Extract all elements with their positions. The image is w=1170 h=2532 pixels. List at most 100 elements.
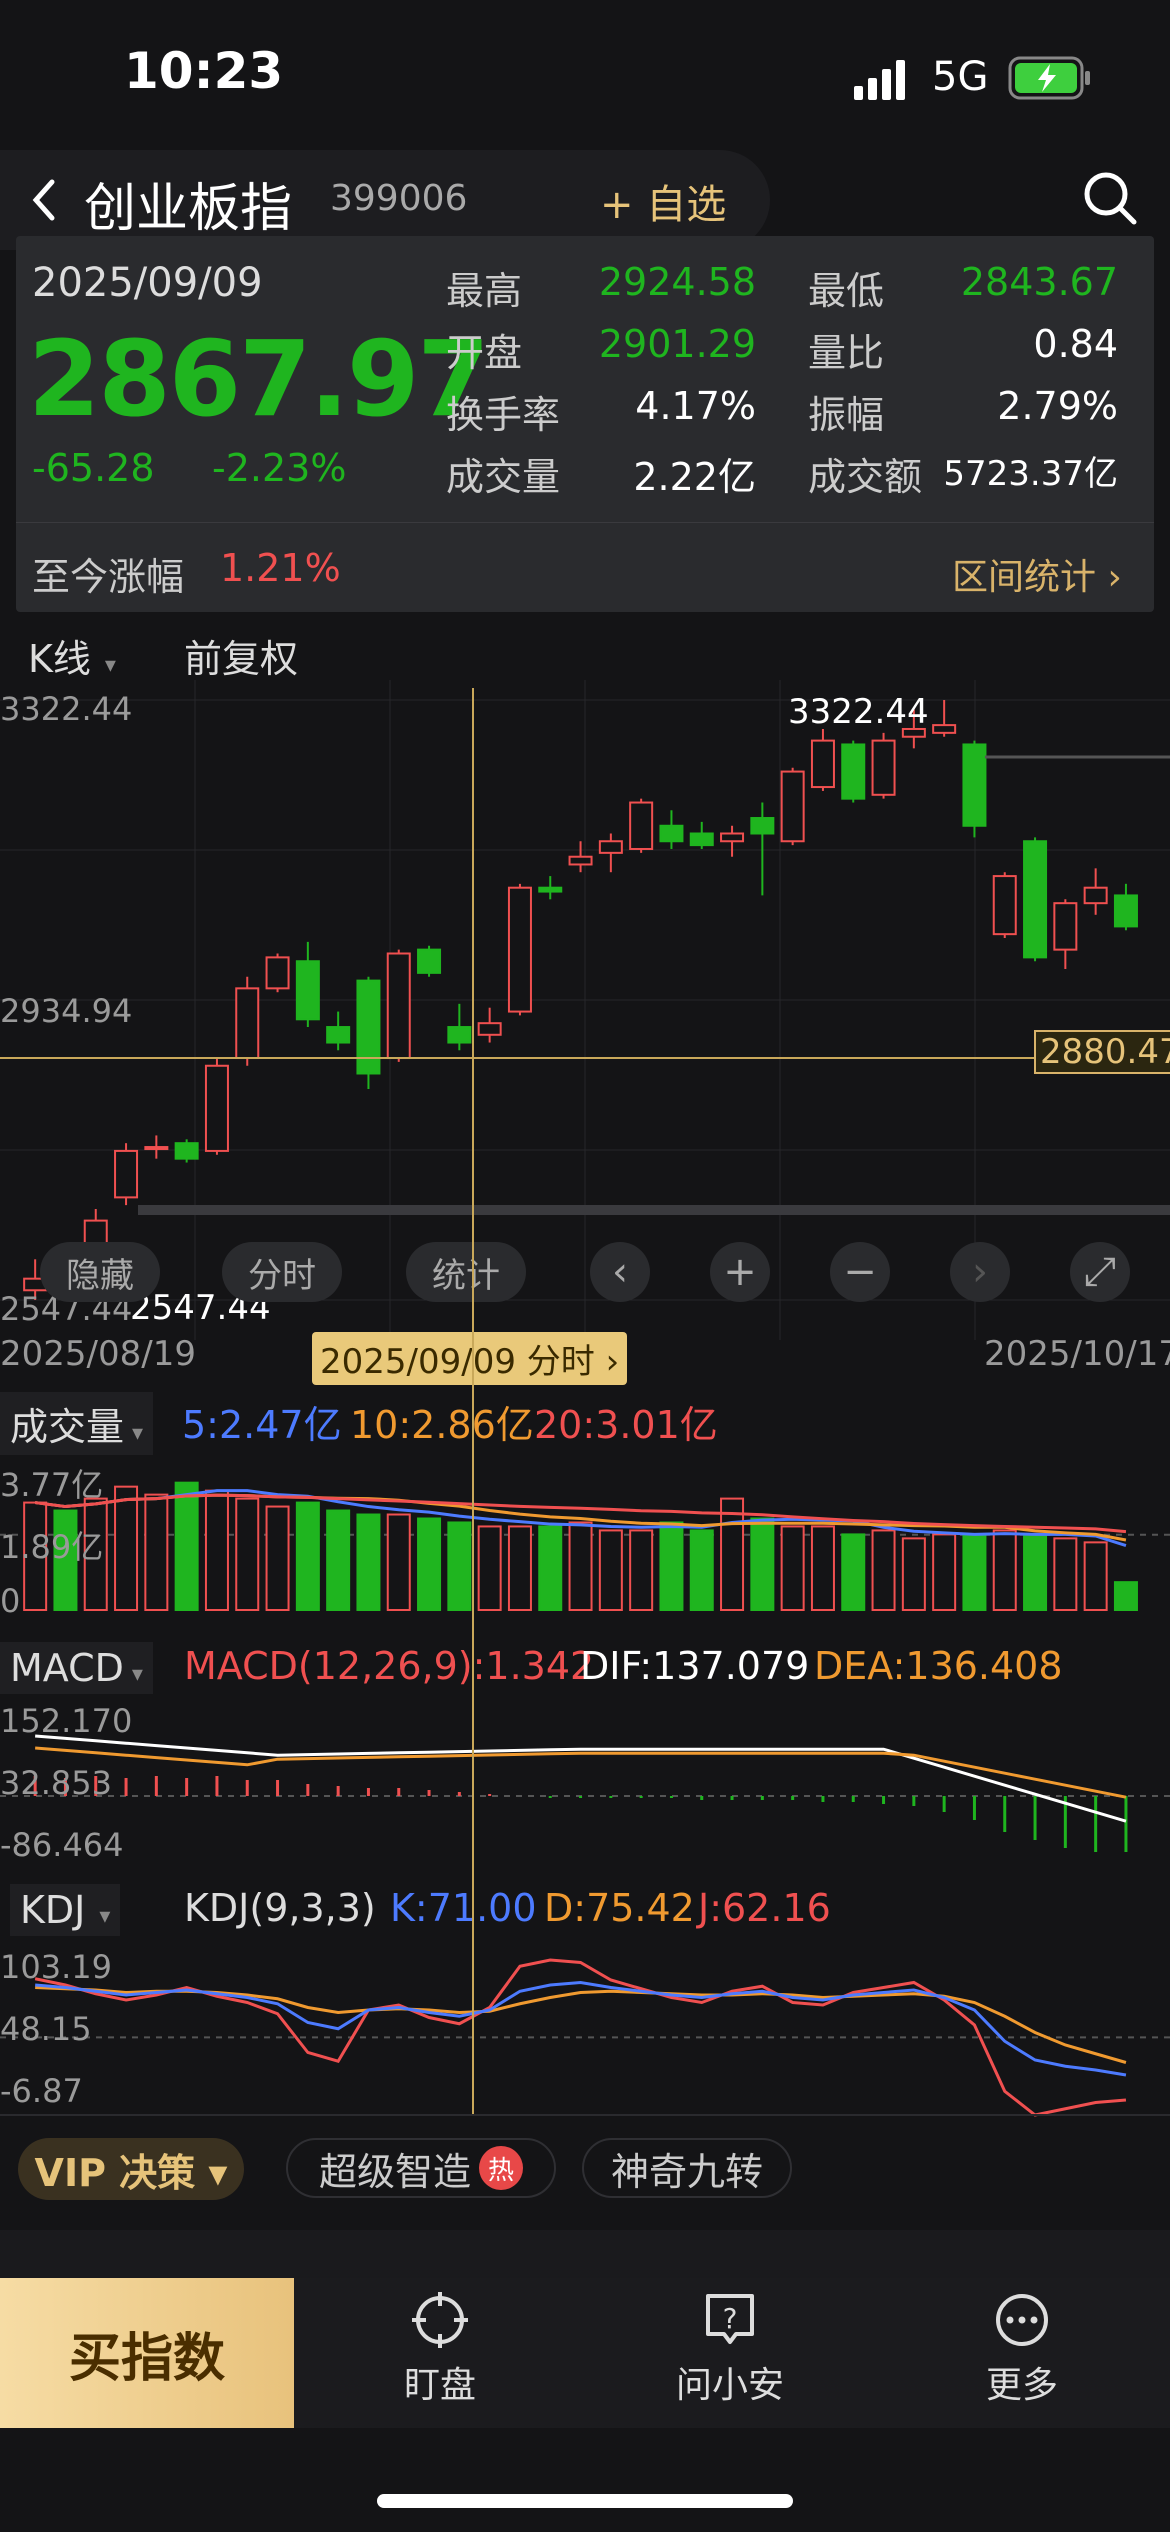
volume-bar (901, 1537, 926, 1611)
kdj-tab[interactable]: KDJ ▾ (10, 1884, 121, 1936)
nav-watch-label: 盯盘 (403, 2365, 476, 2406)
macd-tab[interactable]: MACD ▾ (0, 1642, 153, 1694)
candle-body (871, 739, 896, 796)
zoom-out-icon[interactable]: − (830, 1242, 890, 1302)
intraday-button[interactable]: 分时 (222, 1242, 342, 1302)
content-peek (0, 2230, 1170, 2278)
volume-bar (659, 1521, 684, 1611)
kdj-chart (0, 1958, 1170, 2117)
x-axis-end: 2025/10/17 (984, 1334, 1170, 1374)
super-smart-button[interactable]: 超级智造热 (286, 2138, 556, 2198)
candle-body (992, 875, 1017, 936)
candlestick-chart[interactable] (0, 680, 1170, 1340)
battery-icon (1008, 56, 1090, 100)
volume-bar (295, 1501, 320, 1611)
home-indicator (377, 2494, 793, 2508)
kdj-params: KDJ(9,3,3) (184, 1886, 376, 1930)
kdj-j: J:62.16 (698, 1886, 831, 1930)
quote-field-value: 4.17% (635, 384, 756, 428)
candle-body (265, 956, 290, 990)
crosshair-price-tag: 2880.47 (1034, 1030, 1170, 1074)
macd-dif-line (35, 1734, 1127, 1823)
volume-bar (992, 1529, 1017, 1611)
candle-body (114, 1149, 139, 1199)
kdj-y-mid: 48.15 (0, 2010, 92, 2048)
nav-watch[interactable]: 盯盘 (340, 2290, 540, 2420)
stats-button[interactable]: 统计 (406, 1242, 526, 1302)
price-change-pct: -2.23% (212, 446, 347, 490)
kdj-d: D:75.42 (544, 1886, 695, 1930)
search-icon[interactable] (1080, 168, 1140, 228)
buy-index-button[interactable]: 买指数 (0, 2278, 294, 2428)
volume-bar (841, 1533, 866, 1611)
candle-body (1053, 902, 1078, 951)
status-time: 10:23 (124, 42, 284, 100)
candle-body (1083, 886, 1108, 905)
volume-bar (326, 1509, 351, 1611)
add-watchlist-button[interactable]: + 自选 (600, 172, 726, 230)
volume-bar (810, 1525, 835, 1611)
candle-body (235, 987, 260, 1060)
candle-body (386, 952, 411, 1060)
volume-bar (174, 1481, 199, 1611)
quote-field-label: 最高 (446, 269, 523, 313)
candle-body (417, 948, 442, 974)
candle-body (689, 832, 714, 847)
macd-y-top: 152.170 (0, 1702, 133, 1740)
magic-nine-button[interactable]: 神奇九转 (582, 2138, 792, 2198)
volume-bar (568, 1521, 593, 1611)
fullscreen-icon[interactable]: ⤢ (1070, 1242, 1130, 1302)
adjust-selector[interactable]: 前复权 (184, 628, 298, 683)
last-price: 2867.97 (28, 318, 490, 440)
volume-bar (962, 1533, 987, 1611)
scroll-right-icon[interactable]: › (950, 1242, 1010, 1302)
quote-field-label: 量比 (808, 331, 885, 375)
range-stat-link[interactable]: 区间统计 › (952, 548, 1122, 600)
candle-body (750, 817, 775, 835)
kdj-k: K:71.00 (390, 1886, 537, 1930)
target-icon (412, 2292, 468, 2348)
candle-body (598, 840, 623, 854)
quote-field-label: 开盘 (446, 331, 523, 375)
nav-more[interactable]: 更多 (922, 2290, 1122, 2420)
candle-body (204, 1064, 229, 1152)
candle-body (507, 886, 532, 1013)
scroll-left-icon[interactable]: ‹ (590, 1242, 650, 1302)
macd-tab-label: MACD (10, 1646, 124, 1690)
quote-field-value: 0.84 (1033, 322, 1118, 366)
volume-bar (1023, 1533, 1048, 1611)
hide-button[interactable]: 隐藏 (40, 1242, 160, 1302)
nav-more-label: 更多 (985, 2365, 1058, 2406)
zoom-in-icon[interactable]: + (710, 1242, 770, 1302)
volume-bar (447, 1521, 472, 1611)
volume-bar (689, 1529, 714, 1611)
candle-body (1113, 894, 1138, 928)
candle-body (841, 743, 866, 800)
vip-decision-button[interactable]: VIP 决策 ▾ (18, 2138, 244, 2200)
macd-value: MACD(12,26,9):1.342 (184, 1644, 595, 1688)
volume-bar (235, 1497, 260, 1612)
network-type: 5G (932, 54, 989, 100)
signal-icon (854, 60, 905, 100)
quote-field-value: 2843.67 (960, 260, 1118, 304)
chevron-left-icon[interactable] (24, 170, 64, 230)
candle-body (720, 832, 745, 843)
nav-ask[interactable]: ? 问小安 (630, 2290, 830, 2420)
period-selector[interactable]: K线 ▾ (28, 628, 116, 683)
volume-bar (598, 1529, 623, 1611)
candle-body (962, 743, 987, 827)
more-icon (996, 2294, 1048, 2346)
crosshair-date-tag[interactable]: 2025/09/09 分时 › (312, 1332, 628, 1385)
y-axis-top: 3322.44 (0, 690, 133, 728)
candle-body (447, 1026, 472, 1044)
kdj-y-top: 103.19 (0, 1948, 112, 1986)
macd-y-bottom: -86.464 (0, 1826, 124, 1864)
price-change: -65.28 (32, 446, 155, 490)
volume-bar (932, 1533, 957, 1611)
quote-field-label: 最低 (808, 269, 885, 313)
kdj-y-bottom: -6.87 (0, 2072, 83, 2110)
index-name: 创业板指 (84, 179, 293, 239)
hot-badge: 热 (479, 2146, 523, 2190)
period-label: K线 (28, 637, 91, 681)
quote-field-label: 成交额 (808, 455, 923, 499)
